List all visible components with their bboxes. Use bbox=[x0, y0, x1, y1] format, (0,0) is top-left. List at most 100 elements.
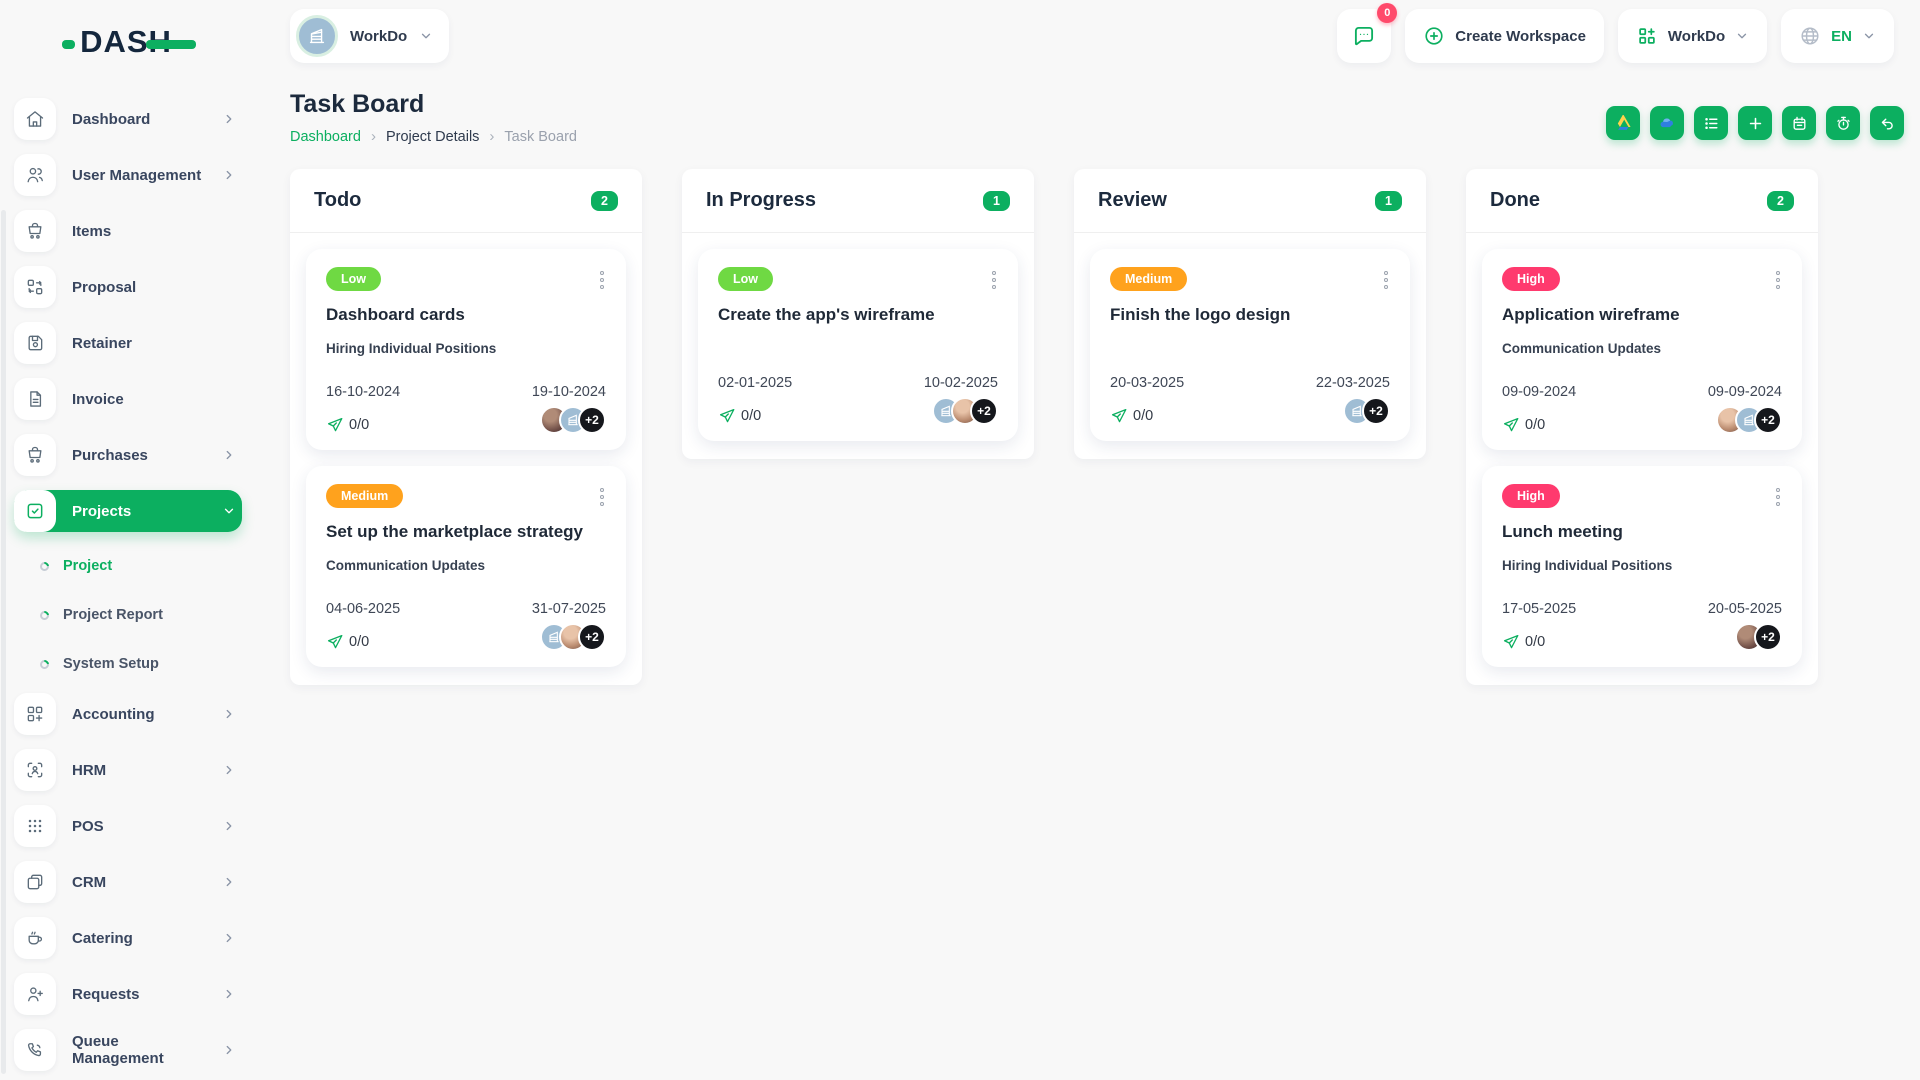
projects-submenu: Project Project Report System Setup bbox=[0, 546, 258, 684]
start-date: 09-09-2024 bbox=[1502, 384, 1577, 400]
timer-button[interactable] bbox=[1826, 106, 1860, 140]
more-assignees-badge: +2 bbox=[970, 397, 998, 425]
column-in-progress: In Progress 1 Low Create the app's wiref… bbox=[682, 169, 1034, 459]
create-workspace-button[interactable]: Create Workspace bbox=[1405, 9, 1604, 63]
submenu-item-label: System Setup bbox=[63, 656, 159, 672]
list-view-button[interactable] bbox=[1694, 106, 1728, 140]
card-menu-button[interactable] bbox=[598, 267, 606, 293]
column-review: Review 1 Medium Finish the logo design 2… bbox=[1074, 169, 1426, 459]
card-menu-button[interactable] bbox=[598, 484, 606, 510]
sidebar-item-catering[interactable]: Catering bbox=[14, 917, 242, 959]
grid-plus-icon bbox=[1639, 28, 1655, 44]
sidebar-item-proposal[interactable]: Proposal bbox=[14, 266, 242, 308]
document-icon bbox=[14, 378, 56, 420]
task-card[interactable]: High Lunch meeting Hiring Individual Pos… bbox=[1482, 466, 1802, 667]
check-square-icon bbox=[14, 490, 56, 532]
start-date: 16-10-2024 bbox=[326, 384, 401, 400]
column-header: Review 1 bbox=[1074, 169, 1426, 232]
submenu-item-label: Project bbox=[63, 558, 113, 574]
sidebar-item-hrm[interactable]: HRM bbox=[14, 749, 242, 791]
task-title: Application wireframe bbox=[1502, 305, 1680, 324]
breadcrumb-separator: › bbox=[370, 128, 376, 145]
sidebar-item-items[interactable]: Items bbox=[14, 210, 242, 252]
more-assignees-badge: +2 bbox=[1754, 623, 1782, 651]
calendar-button[interactable] bbox=[1782, 106, 1816, 140]
subtask-progress: 0/0 bbox=[718, 407, 761, 425]
list-icon bbox=[1704, 117, 1718, 129]
assignee-avatars: +2 bbox=[540, 406, 606, 434]
apps-menu-button[interactable]: WorkDo bbox=[1617, 9, 1768, 63]
sidebar-scrollbar[interactable] bbox=[1, 210, 6, 1074]
sidebar-item-label: Invoice bbox=[72, 390, 124, 408]
task-card[interactable]: Medium Set up the marketplace strategy C… bbox=[306, 466, 626, 667]
column-count-badge: 2 bbox=[591, 190, 618, 211]
priority-badge: Medium bbox=[1110, 267, 1188, 291]
task-title: Set up the marketplace strategy bbox=[326, 522, 583, 541]
card-menu-button[interactable] bbox=[990, 267, 998, 293]
sidebar-item-crm[interactable]: CRM bbox=[14, 861, 242, 903]
cart-icon bbox=[14, 210, 56, 252]
assignee-avatars: +2 bbox=[1343, 397, 1390, 425]
sidebar-item-dashboard[interactable]: Dashboard bbox=[14, 98, 242, 140]
sidebar-item-invoice[interactable]: Invoice bbox=[14, 378, 242, 420]
workspace-selector[interactable]: WorkDo bbox=[290, 9, 450, 63]
column-title: Todo bbox=[314, 189, 362, 211]
messages-button[interactable]: 0 bbox=[1337, 3, 1398, 63]
logo-bar-accent bbox=[145, 39, 196, 49]
language-selector[interactable]: EN bbox=[1781, 9, 1894, 63]
breadcrumb-project-details-link[interactable]: Project Details bbox=[386, 129, 479, 145]
sidebar-item-pos[interactable]: POS bbox=[14, 805, 242, 847]
card-menu-button[interactable] bbox=[1382, 267, 1390, 293]
chevron-down-icon bbox=[1735, 29, 1749, 43]
cart-icon bbox=[14, 434, 56, 476]
submenu-item-system-setup[interactable]: System Setup bbox=[38, 644, 242, 684]
chevron-down-icon bbox=[1862, 29, 1876, 43]
user-scan-icon bbox=[14, 749, 56, 791]
sidebar-item-projects[interactable]: Projects bbox=[14, 490, 242, 532]
task-card[interactable]: Low Dashboard cards Hiring Individual Po… bbox=[306, 249, 626, 450]
sidebar-item-user-management[interactable]: User Management bbox=[14, 154, 242, 196]
send-icon bbox=[719, 408, 735, 423]
sidebar-item-queue-management[interactable]: Queue Management bbox=[14, 1029, 242, 1071]
app-logo[interactable]: DASH bbox=[0, 14, 258, 70]
breadcrumb-dashboard-link[interactable]: Dashboard bbox=[290, 129, 361, 145]
card-menu-button[interactable] bbox=[1774, 267, 1782, 293]
chevron-right-icon bbox=[222, 168, 236, 182]
sidebar-item-accounting[interactable]: Accounting bbox=[14, 693, 242, 735]
sidebar-item-requests[interactable]: Requests bbox=[14, 973, 242, 1015]
end-date: 22-03-2025 bbox=[1315, 375, 1390, 391]
start-date: 04-06-2025 bbox=[326, 601, 401, 617]
add-task-button[interactable] bbox=[1738, 106, 1772, 140]
sidebar-item-purchases[interactable]: Purchases bbox=[14, 434, 242, 476]
send-icon bbox=[327, 417, 343, 432]
subtask-progress: 0/0 bbox=[1110, 407, 1153, 425]
end-date: 09-09-2024 bbox=[1707, 384, 1782, 400]
column-body: Medium Finish the logo design 20-03-2025… bbox=[1074, 233, 1426, 459]
plus-icon bbox=[1749, 117, 1761, 129]
task-card[interactable]: Medium Finish the logo design 20-03-2025… bbox=[1090, 249, 1410, 441]
google-drive-button[interactable] bbox=[1606, 106, 1640, 140]
submenu-item-project-report[interactable]: Project Report bbox=[38, 595, 242, 635]
breadcrumb: Dashboard › Project Details › Task Board bbox=[290, 128, 577, 145]
more-assignees-badge: +2 bbox=[578, 623, 606, 651]
task-card[interactable]: High Application wireframe Communication… bbox=[1482, 249, 1802, 450]
task-milestone: Hiring Individual Positions bbox=[1502, 558, 1673, 573]
chevron-right-icon bbox=[222, 112, 236, 126]
sidebar-item-retainer[interactable]: Retainer bbox=[14, 322, 242, 364]
sidebar-item-label: Projects bbox=[72, 502, 132, 520]
card-menu-button[interactable] bbox=[1774, 484, 1782, 510]
page-head: Task Board Dashboard › Project Details ›… bbox=[290, 90, 1906, 145]
send-icon bbox=[1503, 417, 1519, 432]
more-assignees-badge: +2 bbox=[1754, 406, 1782, 434]
column-body: High Application wireframe Communication… bbox=[1466, 233, 1818, 685]
chevron-right-icon bbox=[222, 707, 236, 721]
onedrive-button[interactable] bbox=[1650, 106, 1684, 140]
sidebar-item-label: Requests bbox=[72, 985, 140, 1003]
phone-call-icon bbox=[14, 1029, 56, 1071]
timer-icon bbox=[1836, 116, 1850, 130]
globe-icon bbox=[1801, 27, 1819, 45]
back-button[interactable] bbox=[1870, 106, 1904, 140]
breadcrumb-separator: › bbox=[489, 128, 495, 145]
task-card[interactable]: Low Create the app's wireframe 02-01-202… bbox=[698, 249, 1018, 441]
submenu-item-project[interactable]: Project bbox=[38, 546, 242, 586]
